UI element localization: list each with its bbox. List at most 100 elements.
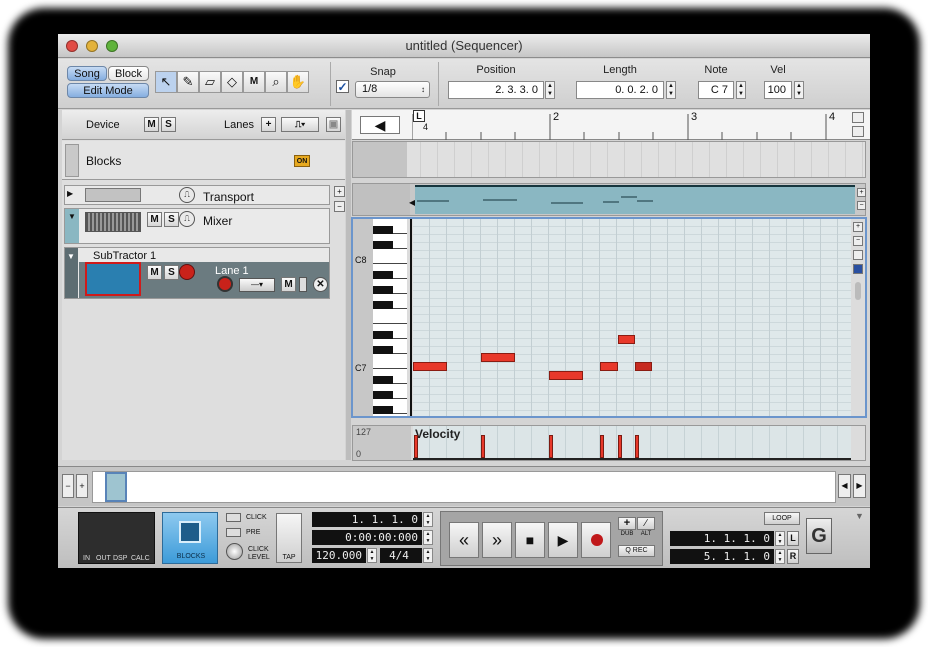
scroll-left-icon[interactable]: ◀ xyxy=(838,474,851,498)
razor-tool-icon[interactable]: ◇ xyxy=(221,71,243,93)
time-signature-stepper[interactable]: ▲ ▼ xyxy=(423,548,433,563)
lane-record-icon[interactable] xyxy=(217,276,233,292)
automation-icon[interactable]: ⎍ xyxy=(179,187,195,203)
window-menu-arrow-icon[interactable]: ▼ xyxy=(855,511,864,521)
edit-mode-button[interactable]: Edit Mode xyxy=(67,83,149,98)
expand-arrow-icon[interactable]: ▼ xyxy=(67,252,75,261)
velocity-lane[interactable]: 127 0 Velocity xyxy=(352,425,866,461)
bar-position-stepper[interactable]: ▲ ▼ xyxy=(423,512,433,527)
mixer-track[interactable]: ▼ M S ⎍ Mixer xyxy=(64,208,330,244)
add-lane-icon[interactable]: + xyxy=(261,117,276,132)
solo-all-button[interactable]: S xyxy=(161,117,176,132)
midi-note[interactable] xyxy=(481,353,515,362)
time-signature-display[interactable]: 4/4 xyxy=(380,548,422,563)
vertical-scrollbar[interactable] xyxy=(855,282,861,300)
snap-select[interactable]: 1/8 ↕ xyxy=(355,81,430,98)
left-locator-button[interactable]: L xyxy=(787,531,799,546)
zoom-out-icon[interactable]: − xyxy=(853,236,863,246)
fast-forward-icon[interactable]: » xyxy=(482,522,512,558)
vel-field[interactable]: 100 xyxy=(764,81,792,99)
blocks-track[interactable]: Blocks ON xyxy=(62,141,345,180)
dub-button[interactable]: + xyxy=(618,517,636,530)
play-icon[interactable]: ▶ xyxy=(548,522,578,558)
split-view-icon[interactable] xyxy=(852,126,864,137)
blocks-lane[interactable] xyxy=(352,141,866,178)
right-locator-display[interactable]: 5. 1. 1. 0 xyxy=(670,549,774,564)
magnify-tool-icon[interactable]: ⌕ xyxy=(265,71,287,93)
velocity-bar[interactable] xyxy=(481,435,485,458)
block-mode-button[interactable]: Block xyxy=(108,66,149,81)
subtractor-mute-button[interactable]: M xyxy=(147,265,162,280)
quantize-record-button[interactable]: Q REC xyxy=(618,545,655,557)
propellerhead-logo-icon[interactable]: G xyxy=(806,518,832,554)
subtractor-solo-button[interactable]: S xyxy=(164,265,179,280)
midi-note[interactable] xyxy=(600,362,618,371)
record-enable-icon[interactable] xyxy=(179,264,195,280)
zoom-in-icon[interactable]: + xyxy=(76,474,88,498)
expand-arrow-icon[interactable]: ▼ xyxy=(68,212,76,221)
midi-note-selected[interactable] xyxy=(635,362,652,371)
blocks-on-badge[interactable]: ON xyxy=(294,155,310,167)
lane-type-dropdown[interactable]: ⎍▾ xyxy=(281,117,319,132)
ruler[interactable]: L 4 2 3 4 xyxy=(412,110,850,140)
note-stepper[interactable]: ▲ ▼ xyxy=(736,81,746,99)
zoom-in-icon[interactable]: + xyxy=(334,186,345,197)
song-mode-button[interactable]: Song xyxy=(67,66,107,81)
stop-icon[interactable]: ■ xyxy=(515,522,545,558)
time-position-stepper[interactable]: ▲ ▼ xyxy=(423,530,433,545)
velocity-bar[interactable] xyxy=(618,435,622,458)
left-locator-stepper[interactable]: ▲ ▼ xyxy=(775,531,785,546)
piano-keyboard[interactable] xyxy=(373,219,407,416)
mute-tool-icon[interactable]: M xyxy=(243,71,265,93)
lane-view-icon[interactable] xyxy=(853,250,863,260)
zoom-out-icon[interactable]: − xyxy=(62,474,74,498)
blocks-track-handle[interactable] xyxy=(65,144,79,177)
blocks-toggle-button[interactable]: BLOCKS xyxy=(162,512,218,564)
zoom-out-icon[interactable]: − xyxy=(334,201,345,212)
rewind-icon[interactable]: « xyxy=(449,522,479,558)
velocity-bar[interactable] xyxy=(600,435,604,458)
mixer-solo-button[interactable]: S xyxy=(164,212,179,227)
lane-dropdown[interactable]: —▾ xyxy=(239,278,275,292)
transport-clip[interactable] xyxy=(415,185,855,214)
velocity-bar[interactable] xyxy=(414,435,418,458)
record-icon[interactable] xyxy=(581,522,611,558)
click-toggle[interactable] xyxy=(226,513,241,522)
zoom-in-icon[interactable]: + xyxy=(853,222,863,232)
back-arrow-icon[interactable]: ◀ xyxy=(360,116,400,134)
bar-position-display[interactable]: 1. 1. 1. 0 xyxy=(312,512,422,527)
lane-options-icon[interactable]: ▣ xyxy=(326,117,341,132)
position-stepper[interactable]: ▲ ▼ xyxy=(545,81,555,99)
ruler-option-icon[interactable] xyxy=(852,112,864,123)
left-locator-display[interactable]: 1. 1. 1. 0 xyxy=(670,531,774,546)
right-locator-stepper[interactable]: ▲ ▼ xyxy=(775,549,785,564)
tap-button[interactable]: TAP xyxy=(276,513,302,563)
midi-note[interactable] xyxy=(549,371,583,380)
tempo-display[interactable]: 120.000 xyxy=(312,548,366,563)
hand-tool-icon[interactable]: ✋ xyxy=(287,71,309,93)
subtractor-device-thumbnail[interactable] xyxy=(85,262,141,296)
right-locator-button[interactable]: R xyxy=(787,549,799,564)
pencil-tool-icon[interactable]: ✎ xyxy=(177,71,199,93)
loop-button[interactable]: LOOP xyxy=(764,512,800,525)
velocity-grid[interactable] xyxy=(413,426,851,460)
mute-all-button[interactable]: M xyxy=(144,117,159,132)
alt-button[interactable]: ∕ xyxy=(637,517,655,530)
transport-lane[interactable]: ◀ + − xyxy=(352,183,866,216)
pre-toggle[interactable] xyxy=(226,528,241,537)
velocity-bar[interactable] xyxy=(549,435,553,458)
lane-slider[interactable] xyxy=(299,277,307,292)
zoom-out-icon[interactable]: − xyxy=(857,201,866,210)
midi-note[interactable] xyxy=(618,335,635,344)
click-level-knob[interactable] xyxy=(226,543,243,560)
length-field[interactable]: 0. 0. 2. 0 xyxy=(576,81,664,99)
velocity-bar[interactable] xyxy=(635,435,639,458)
lane-mute-button[interactable]: M xyxy=(281,277,296,292)
midi-note[interactable] xyxy=(413,362,447,371)
key-view-icon[interactable] xyxy=(853,264,863,274)
snap-checkbox[interactable]: ✓ xyxy=(336,80,349,93)
note-field[interactable]: C 7 xyxy=(698,81,734,99)
overview-view-window[interactable] xyxy=(105,472,127,502)
length-stepper[interactable]: ▲ ▼ xyxy=(666,81,676,99)
mixer-mute-button[interactable]: M xyxy=(147,212,162,227)
